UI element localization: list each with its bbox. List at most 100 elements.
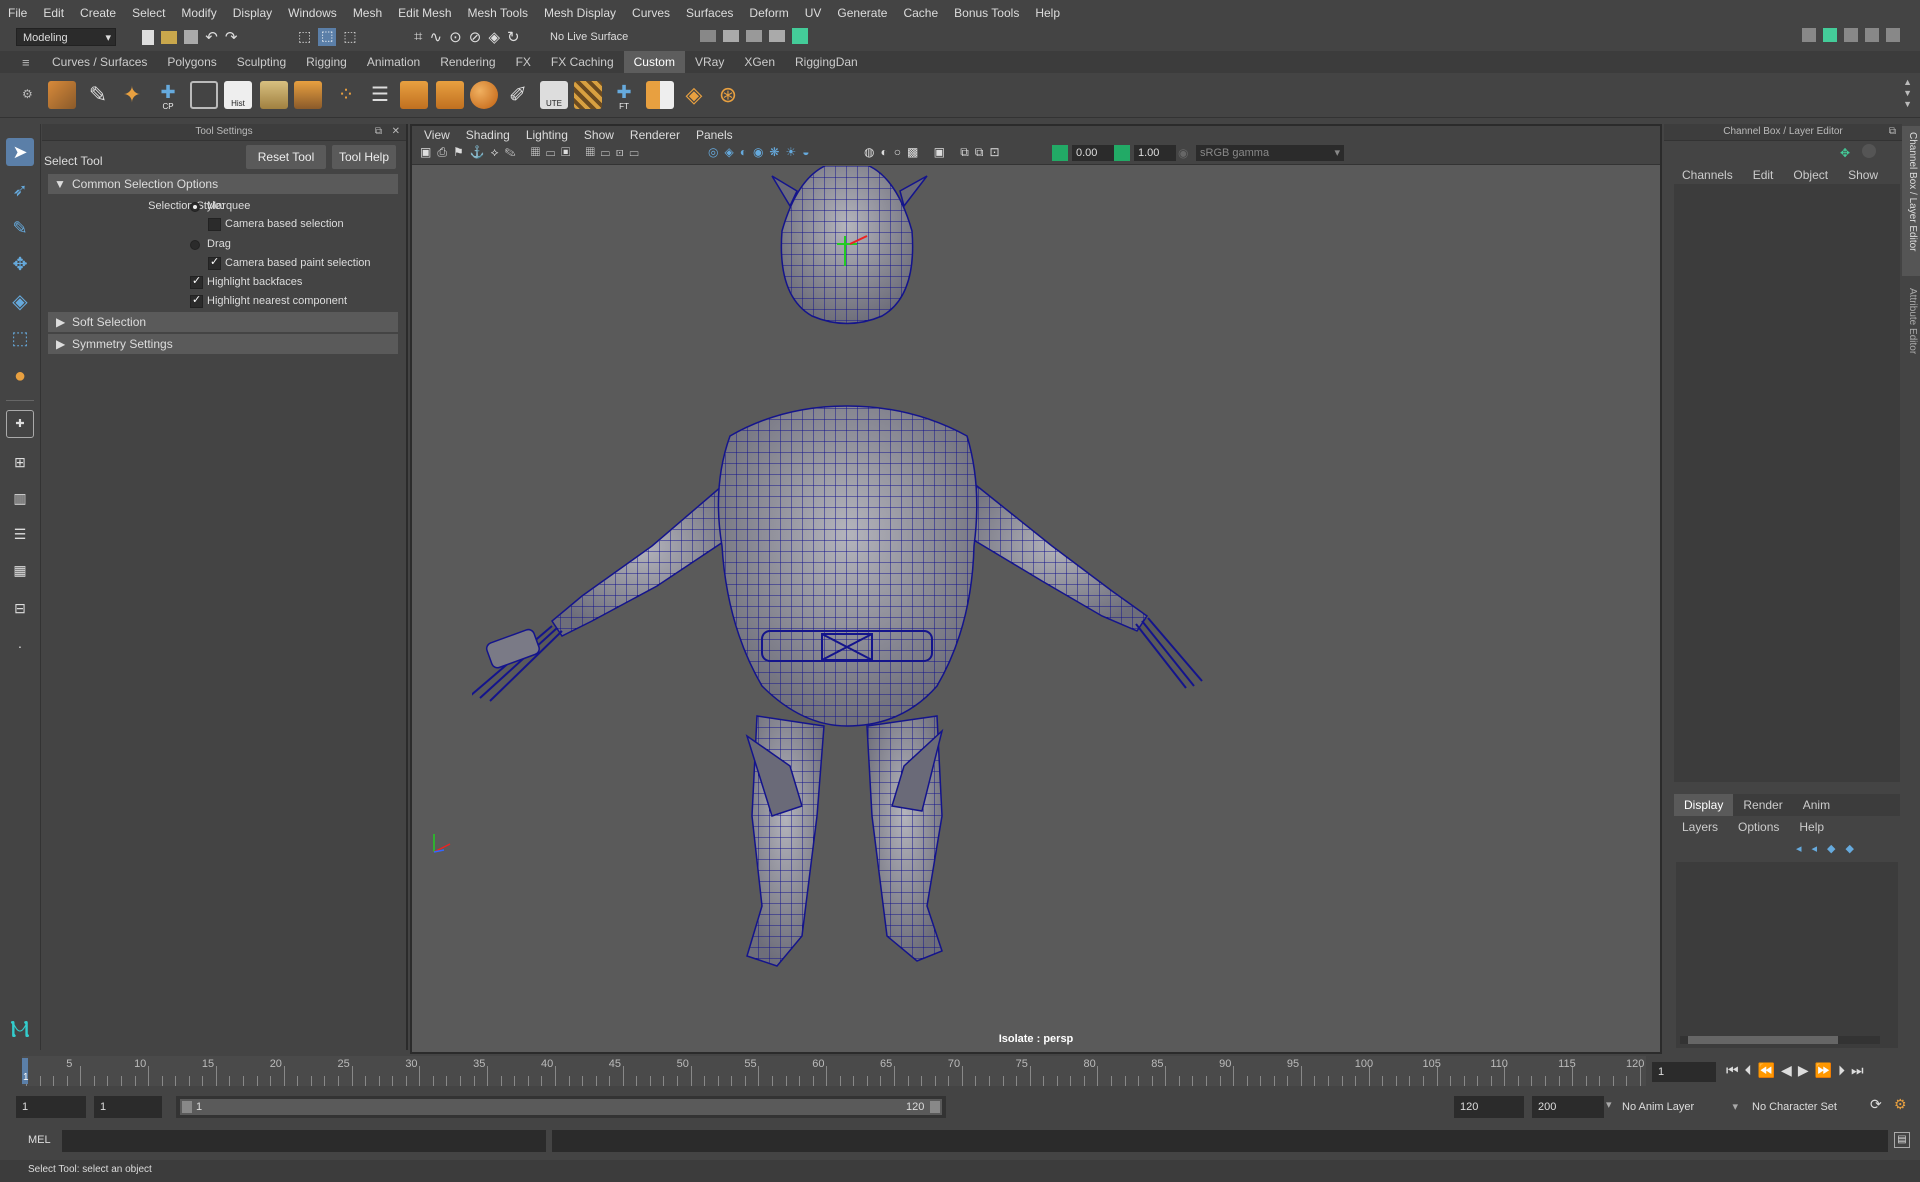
viewport-menu-lighting[interactable]: Lighting — [518, 126, 576, 144]
panel-camera-tools[interactable]: ▣⎙⚑⚓⟡✎ ▦▭▣ ▦▭⊡▭ — [420, 145, 645, 160]
shelf-ute-icon[interactable]: UTE — [540, 81, 568, 109]
layer-menu-help[interactable]: Help — [1789, 816, 1834, 838]
shelf-texture-icon[interactable] — [574, 81, 602, 109]
select-tool-icon[interactable]: ➤ — [6, 138, 34, 166]
shelf-layers-icon[interactable]: ☰ — [366, 81, 394, 109]
go-to-end-icon[interactable]: ⏭ — [1851, 1062, 1870, 1078]
layer-tab-anim[interactable]: Anim — [1793, 794, 1840, 816]
shading-tools[interactable]: ◎◈◐◉❋☀◒ — [708, 145, 815, 159]
render-view-icon[interactable] — [723, 30, 740, 42]
float-panel-icon[interactable]: ⧉ — [1889, 124, 1896, 140]
menu-mesh-tools[interactable]: Mesh Tools — [460, 0, 536, 26]
shelf-hist-icon[interactable]: Hist — [224, 81, 252, 109]
shelf-tab-rigging[interactable]: Rigging — [296, 51, 357, 73]
menu-surfaces[interactable]: Surfaces — [678, 0, 741, 26]
command-input[interactable] — [62, 1130, 546, 1152]
menu-curves[interactable]: Curves — [624, 0, 678, 26]
menu-help[interactable]: Help — [1027, 0, 1068, 26]
exposure-field[interactable]: 0.00 — [1072, 145, 1114, 161]
range-start-handle[interactable] — [182, 1101, 192, 1113]
shelf-ball-icon[interactable]: ⊛ — [714, 81, 742, 109]
shelf-dots-icon[interactable]: ⁘ — [332, 81, 360, 109]
layer-list-scroll-thumb[interactable] — [1688, 1036, 1838, 1044]
animation-preferences-icon[interactable]: ⚙ — [1894, 1096, 1907, 1113]
menu-deform[interactable]: Deform — [741, 0, 796, 26]
layer-tab-render[interactable]: Render — [1733, 794, 1792, 816]
hypershade-icon[interactable] — [792, 28, 809, 44]
menu-windows[interactable]: Windows — [280, 0, 345, 26]
time-ruler[interactable]: 5 10 15 20 25 30 35 40 45 50 55 60 65 70 75 80 85 90 95 100… — [22, 1056, 1646, 1086]
shelf-grid-icon[interactable] — [190, 81, 218, 109]
shelf-tab-custom[interactable]: Custom — [623, 51, 685, 73]
character-model[interactable] — [472, 166, 1232, 1036]
rotate-tool-icon[interactable]: ◈ — [6, 288, 34, 316]
viewport-menu-view[interactable]: View — [416, 126, 458, 144]
shelf-menu-icon[interactable]: ≡ — [22, 55, 30, 70]
channel-box-menu-show[interactable]: Show — [1838, 164, 1888, 186]
range-bar-thumb[interactable] — [180, 1099, 942, 1115]
close-icon[interactable]: ✕ — [392, 124, 400, 140]
snap-point-icon[interactable]: ⊙ — [449, 28, 462, 46]
step-forward-key-icon[interactable]: ⏩ — [1815, 1062, 1838, 1078]
shelf-pencil-icon[interactable]: ✎ — [84, 81, 112, 109]
current-frame-field[interactable]: 1 — [1652, 1062, 1716, 1082]
range-end-handle[interactable] — [930, 1101, 940, 1113]
camera-based-paint-checkbox[interactable] — [208, 255, 221, 270]
viewport-menu-panels[interactable]: Panels — [688, 126, 741, 144]
menu-edit[interactable]: Edit — [35, 0, 72, 26]
shelf-ft-icon[interactable]: ✚ FT — [610, 81, 638, 111]
viewport-panel[interactable]: View Shading Lighting Show Renderer Panels ▣⎙… — [410, 124, 1662, 1054]
channel-box-menu-object[interactable]: Object — [1783, 164, 1838, 186]
playback-end-field[interactable]: 120 — [1454, 1096, 1524, 1118]
shelf-diamond-icon[interactable]: ◈ — [680, 81, 708, 109]
shelf-options-icon[interactable]: ⚙ — [22, 87, 33, 101]
gamma-icon[interactable] — [1114, 145, 1130, 161]
animation-start-field[interactable]: 1 — [16, 1096, 86, 1118]
layer-tab-display[interactable]: Display — [1674, 794, 1734, 816]
menu-edit-mesh[interactable]: Edit Mesh — [390, 0, 459, 26]
select-component-icon[interactable]: ⬚ — [343, 28, 356, 46]
shelf-uv-icon[interactable] — [646, 81, 674, 109]
chevron-down-icon[interactable]: ▾ — [1606, 1098, 1612, 1111]
menu-set-dropdown[interactable]: Modeling ▾ — [16, 28, 116, 46]
shelf-tab-fx-caching[interactable]: FX Caching — [541, 51, 624, 73]
play-forwards-icon[interactable]: ▶ — [1798, 1062, 1815, 1078]
new-scene-icon[interactable] — [142, 29, 154, 45]
go-to-start-icon[interactable]: ⏮ — [1726, 1062, 1745, 1078]
snap-view-plane-icon[interactable]: ⊘ — [469, 28, 482, 46]
shelf-bevel-icon[interactable] — [294, 81, 322, 109]
color-space-dropdown[interactable]: sRGB gamma ▾ — [1196, 145, 1344, 161]
shelf-merge-icon[interactable] — [436, 81, 464, 109]
channel-box-options-icon[interactable]: ✥ — [1840, 146, 1850, 160]
gamma-field[interactable]: 1.00 — [1134, 145, 1176, 161]
highlight-nearest-checkbox[interactable] — [190, 293, 203, 308]
menu-create[interactable]: Create — [72, 0, 124, 26]
four-view-layout-icon[interactable]: ⊞ — [6, 448, 34, 476]
layer-tools[interactable]: ◂◂◆◆ — [1796, 842, 1864, 855]
step-back-key-icon[interactable]: ⏪ — [1758, 1062, 1781, 1078]
shelf-tab-sculpting[interactable]: Sculpting — [227, 51, 296, 73]
scale-tool-icon[interactable]: ⬚ — [6, 324, 34, 352]
symmetry-settings-frame[interactable]: ▶ Symmetry Settings — [48, 334, 398, 354]
script-language-toggle[interactable]: MEL — [28, 1134, 51, 1146]
shelf-tab-vray[interactable]: VRay — [685, 51, 734, 73]
reset-tool-button[interactable]: Reset Tool — [246, 145, 326, 169]
open-scene-icon[interactable] — [161, 30, 178, 44]
float-panel-icon[interactable]: ⧉ — [375, 124, 382, 140]
shelf-tab-animation[interactable]: Animation — [357, 51, 430, 73]
single-perspective-layout-icon[interactable]: ✚ — [6, 410, 34, 438]
shelf-tab-xgen[interactable]: XGen — [734, 51, 785, 73]
anim-layer-dropdown[interactable]: No Anim Layer ▾ — [1622, 1098, 1738, 1116]
menu-select[interactable]: Select — [124, 0, 173, 26]
live-surface-field[interactable]: No Live Surface — [550, 28, 628, 46]
side-tab-attribute-editor[interactable]: Attribute Editor — [1902, 280, 1920, 380]
step-back-frame-icon[interactable]: ⏴ — [1745, 1062, 1758, 1078]
layer-list-scrollbar[interactable] — [1680, 1036, 1880, 1044]
render-frame-icon[interactable] — [769, 30, 786, 42]
snap-grid-icon[interactable]: ⌗ — [414, 28, 422, 46]
shelf-scroll-arrows[interactable]: ▲ ▼ ▼ — [1903, 77, 1912, 110]
toggle-attribute-editor-icon[interactable] — [1823, 28, 1838, 42]
camera-based-selection-checkbox[interactable] — [208, 218, 221, 231]
channel-box-menu-edit[interactable]: Edit — [1743, 164, 1784, 186]
lasso-tool-icon[interactable]: ➶ — [6, 176, 34, 204]
